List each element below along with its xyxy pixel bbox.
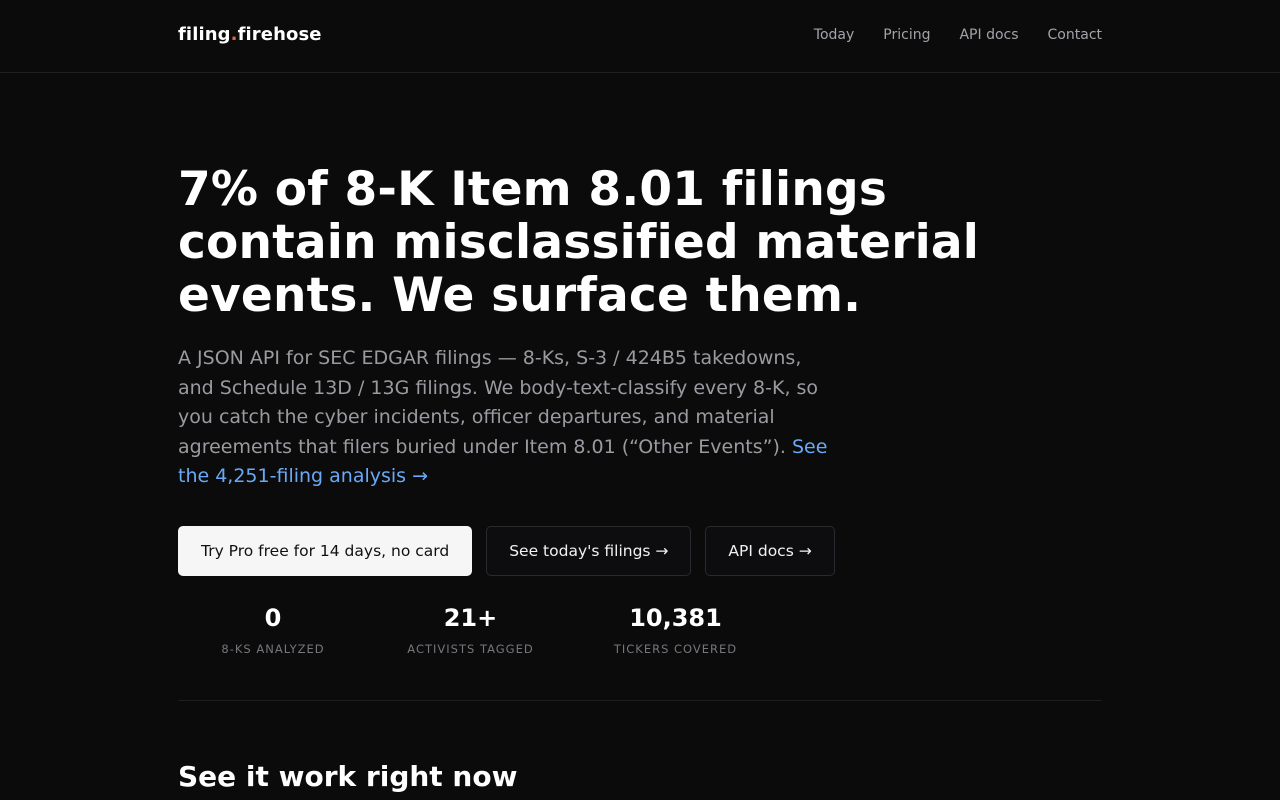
section-heading: See it work right now [178, 760, 518, 793]
stat-value: 0 [264, 604, 282, 632]
stat-8ks-analyzed: 0 8-KS ANALYZED [178, 603, 368, 656]
hero-lead-paragraph: A JSON API for SEC EDGAR filings — 8-Ks,… [178, 344, 838, 492]
todays-filings-button[interactable]: See today's filings → [486, 526, 692, 576]
try-pro-button[interactable]: Try Pro free for 14 days, no card [178, 526, 473, 576]
nav-link-api-docs[interactable]: API docs [959, 27, 1018, 43]
stat-activists-tagged: 21+ ACTIVISTS TAGGED [368, 603, 573, 656]
stat-label: 8-KS ANALYZED [221, 642, 325, 656]
stat-value: 21+ [443, 604, 498, 632]
section-divider [178, 700, 1102, 701]
brand-name-part2: firehose [237, 24, 322, 45]
brand-logo[interactable]: filing.firehose [178, 24, 322, 45]
stat-tickers-covered: 10,381 TICKERS COVERED [573, 603, 778, 656]
stats-row: 0 8-KS ANALYZED 21+ ACTIVISTS TAGGED 10,… [178, 603, 778, 656]
stat-label: TICKERS COVERED [613, 642, 738, 656]
nav-link-today[interactable]: Today [814, 27, 855, 43]
main-nav: Today Pricing API docs Contact [814, 27, 1102, 43]
brand-name-part1: filing [178, 24, 231, 45]
nav-link-contact[interactable]: Contact [1048, 27, 1102, 43]
cta-button-group: Try Pro free for 14 days, no card See to… [178, 526, 835, 576]
hero-headline: 7% of 8-K Item 8.01 filings contain misc… [178, 163, 998, 322]
api-docs-button[interactable]: API docs → [705, 526, 835, 576]
headline-line-1: 7% of 8-K Item 8.01 filings [178, 162, 887, 217]
headline-line-2: contain misclassified material [178, 215, 980, 270]
nav-link-pricing[interactable]: Pricing [883, 27, 930, 43]
top-nav-bar: filing.firehose Today Pricing API docs C… [0, 0, 1280, 73]
stat-label: ACTIVISTS TAGGED [407, 642, 534, 656]
stat-value: 10,381 [629, 604, 722, 632]
hero-section: 7% of 8-K Item 8.01 filings contain misc… [178, 163, 998, 492]
headline-line-3: events. We surface them. [178, 268, 862, 323]
brand-dot: . [230, 24, 238, 45]
lead-text: A JSON API for SEC EDGAR filings — 8-Ks,… [178, 347, 819, 458]
